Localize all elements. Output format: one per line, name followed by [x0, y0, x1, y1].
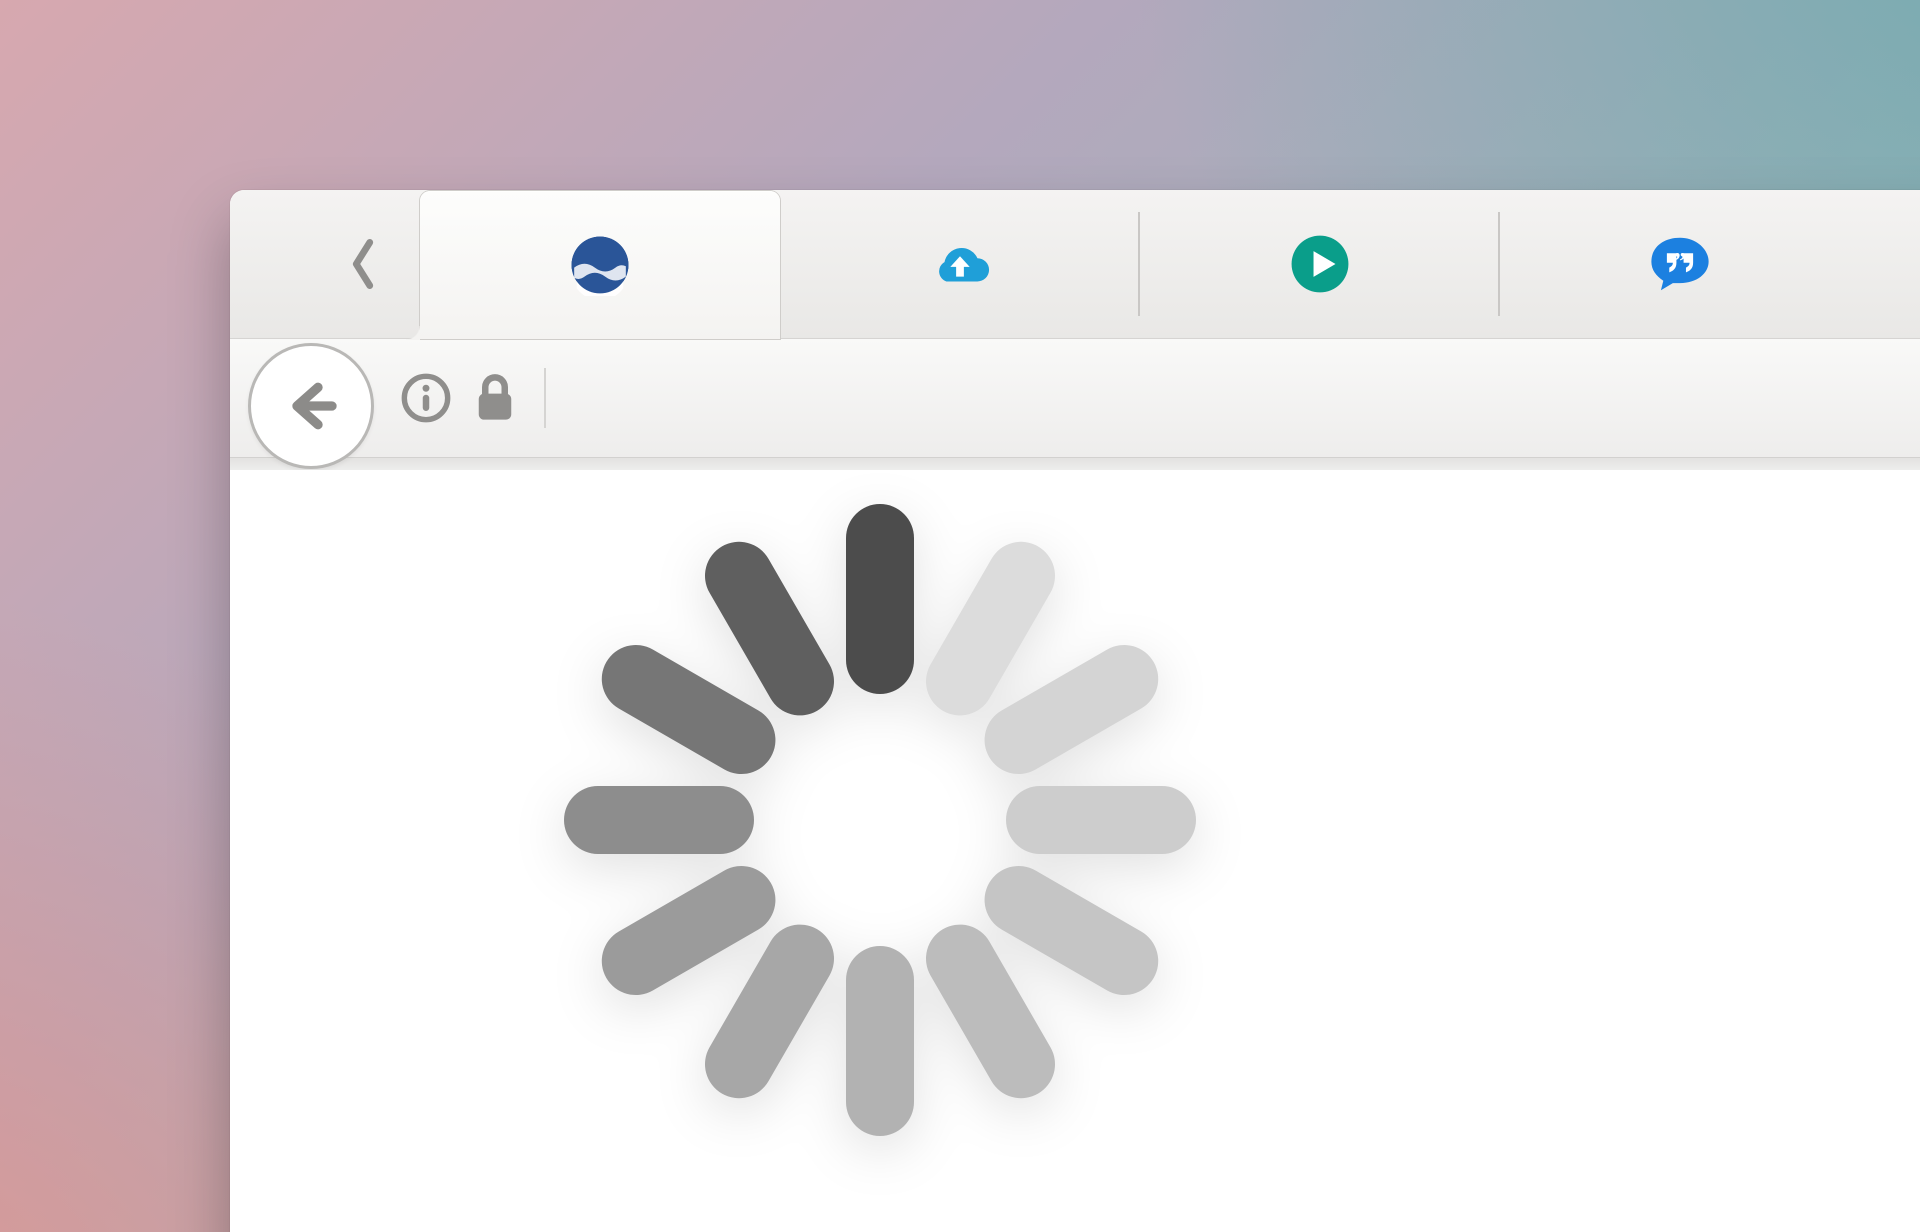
spinner-blade: [1006, 786, 1196, 854]
spinner-blade: [846, 504, 914, 694]
browser-tab-2[interactable]: [1140, 190, 1500, 338]
globe-icon: [569, 234, 631, 296]
desktop-background: ”: [0, 0, 1920, 1232]
browser-window: ”: [230, 190, 1920, 1232]
play-circle-icon: [1289, 233, 1351, 295]
spinner-blade: [846, 946, 914, 1136]
chat-quote-icon: ”: [1649, 233, 1711, 295]
back-button[interactable]: [248, 343, 374, 469]
arrow-left-icon: [283, 378, 339, 434]
navigation-toolbar: [230, 339, 1920, 458]
tab-scroll-left[interactable]: [230, 190, 420, 338]
page-content: [230, 470, 1920, 1232]
browser-tab-0[interactable]: [420, 191, 780, 339]
cloud-upload-icon: [929, 233, 991, 295]
chevron-left-icon: [346, 237, 380, 291]
url-bar-indicators: [400, 368, 576, 428]
url-separator: [544, 368, 546, 428]
lock-icon[interactable]: [472, 372, 518, 424]
info-circle-icon[interactable]: [400, 372, 452, 424]
tab-strip: ”: [230, 190, 1920, 339]
url-input[interactable]: [566, 368, 576, 428]
browser-tab-3[interactable]: ”: [1500, 190, 1860, 338]
browser-tab-1[interactable]: [780, 190, 1140, 338]
toolbar-shadow: [230, 458, 1920, 470]
loading-spinner: [560, 500, 1200, 1140]
spinner-blade: [564, 786, 754, 854]
